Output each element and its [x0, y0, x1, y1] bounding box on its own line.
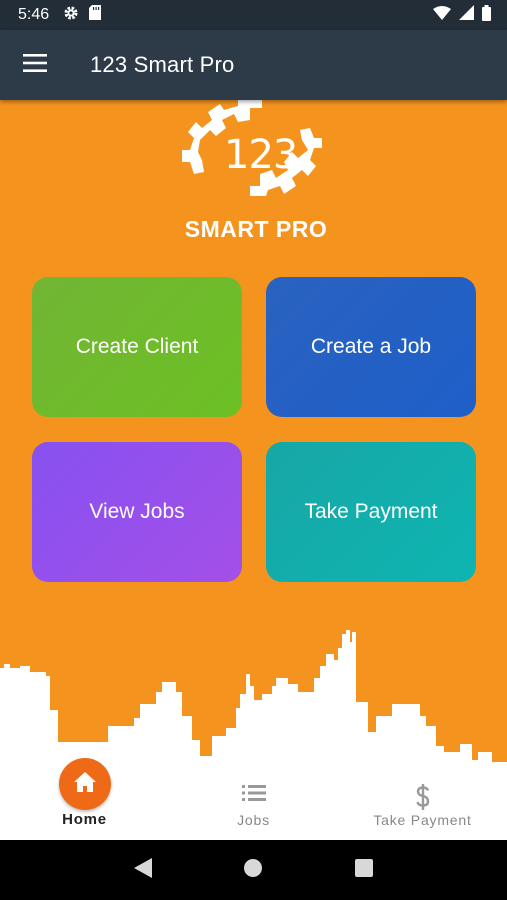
back-button[interactable]	[123, 850, 163, 890]
create-job-button[interactable]: Create a Job	[266, 277, 476, 417]
list-icon	[241, 784, 266, 807]
logo-text: SMART PRO	[184, 216, 328, 242]
main-content: 123 SMART PRO Create Client Create a Job…	[0, 100, 507, 772]
recents-icon	[354, 858, 373, 882]
system-navigation-bar	[0, 840, 507, 900]
take-payment-button[interactable]: Take Payment	[266, 442, 476, 582]
home-bubble	[58, 758, 111, 810]
home-icon	[73, 771, 97, 798]
signal-icon	[459, 5, 474, 25]
hamburger-menu-icon	[23, 53, 47, 77]
nav-jobs[interactable]: Jobs	[169, 772, 338, 840]
home-system-button[interactable]	[233, 850, 273, 890]
settings-icon	[63, 5, 79, 26]
nav-take-payment[interactable]: Take Payment	[338, 772, 507, 840]
city-skyline-illustration	[0, 630, 507, 772]
nav-jobs-label: Jobs	[237, 812, 270, 828]
dollar-icon	[415, 784, 431, 815]
nav-home-label: Home	[62, 811, 107, 828]
logo-number: 123	[224, 132, 298, 178]
bottom-navigation: Home Jobs Take Payment	[0, 758, 507, 840]
sd-card-icon	[89, 5, 102, 25]
app-bar: 123 Smart Pro	[0, 30, 507, 100]
wifi-icon	[433, 5, 451, 25]
status-time: 5:46	[18, 6, 50, 23]
status-bar: 5:46	[0, 0, 507, 30]
view-jobs-button[interactable]: View Jobs	[32, 442, 242, 582]
hamburger-menu-button[interactable]	[0, 30, 70, 100]
create-client-button[interactable]: Create Client	[32, 277, 242, 417]
battery-icon	[482, 4, 491, 26]
back-icon	[134, 857, 153, 883]
nav-home[interactable]: Home	[0, 758, 169, 840]
home-circle-icon	[243, 858, 263, 883]
app-logo: 123 SMART PRO	[180, 100, 330, 250]
app-title: 123 Smart Pro	[90, 52, 235, 77]
recents-button[interactable]	[344, 850, 384, 890]
